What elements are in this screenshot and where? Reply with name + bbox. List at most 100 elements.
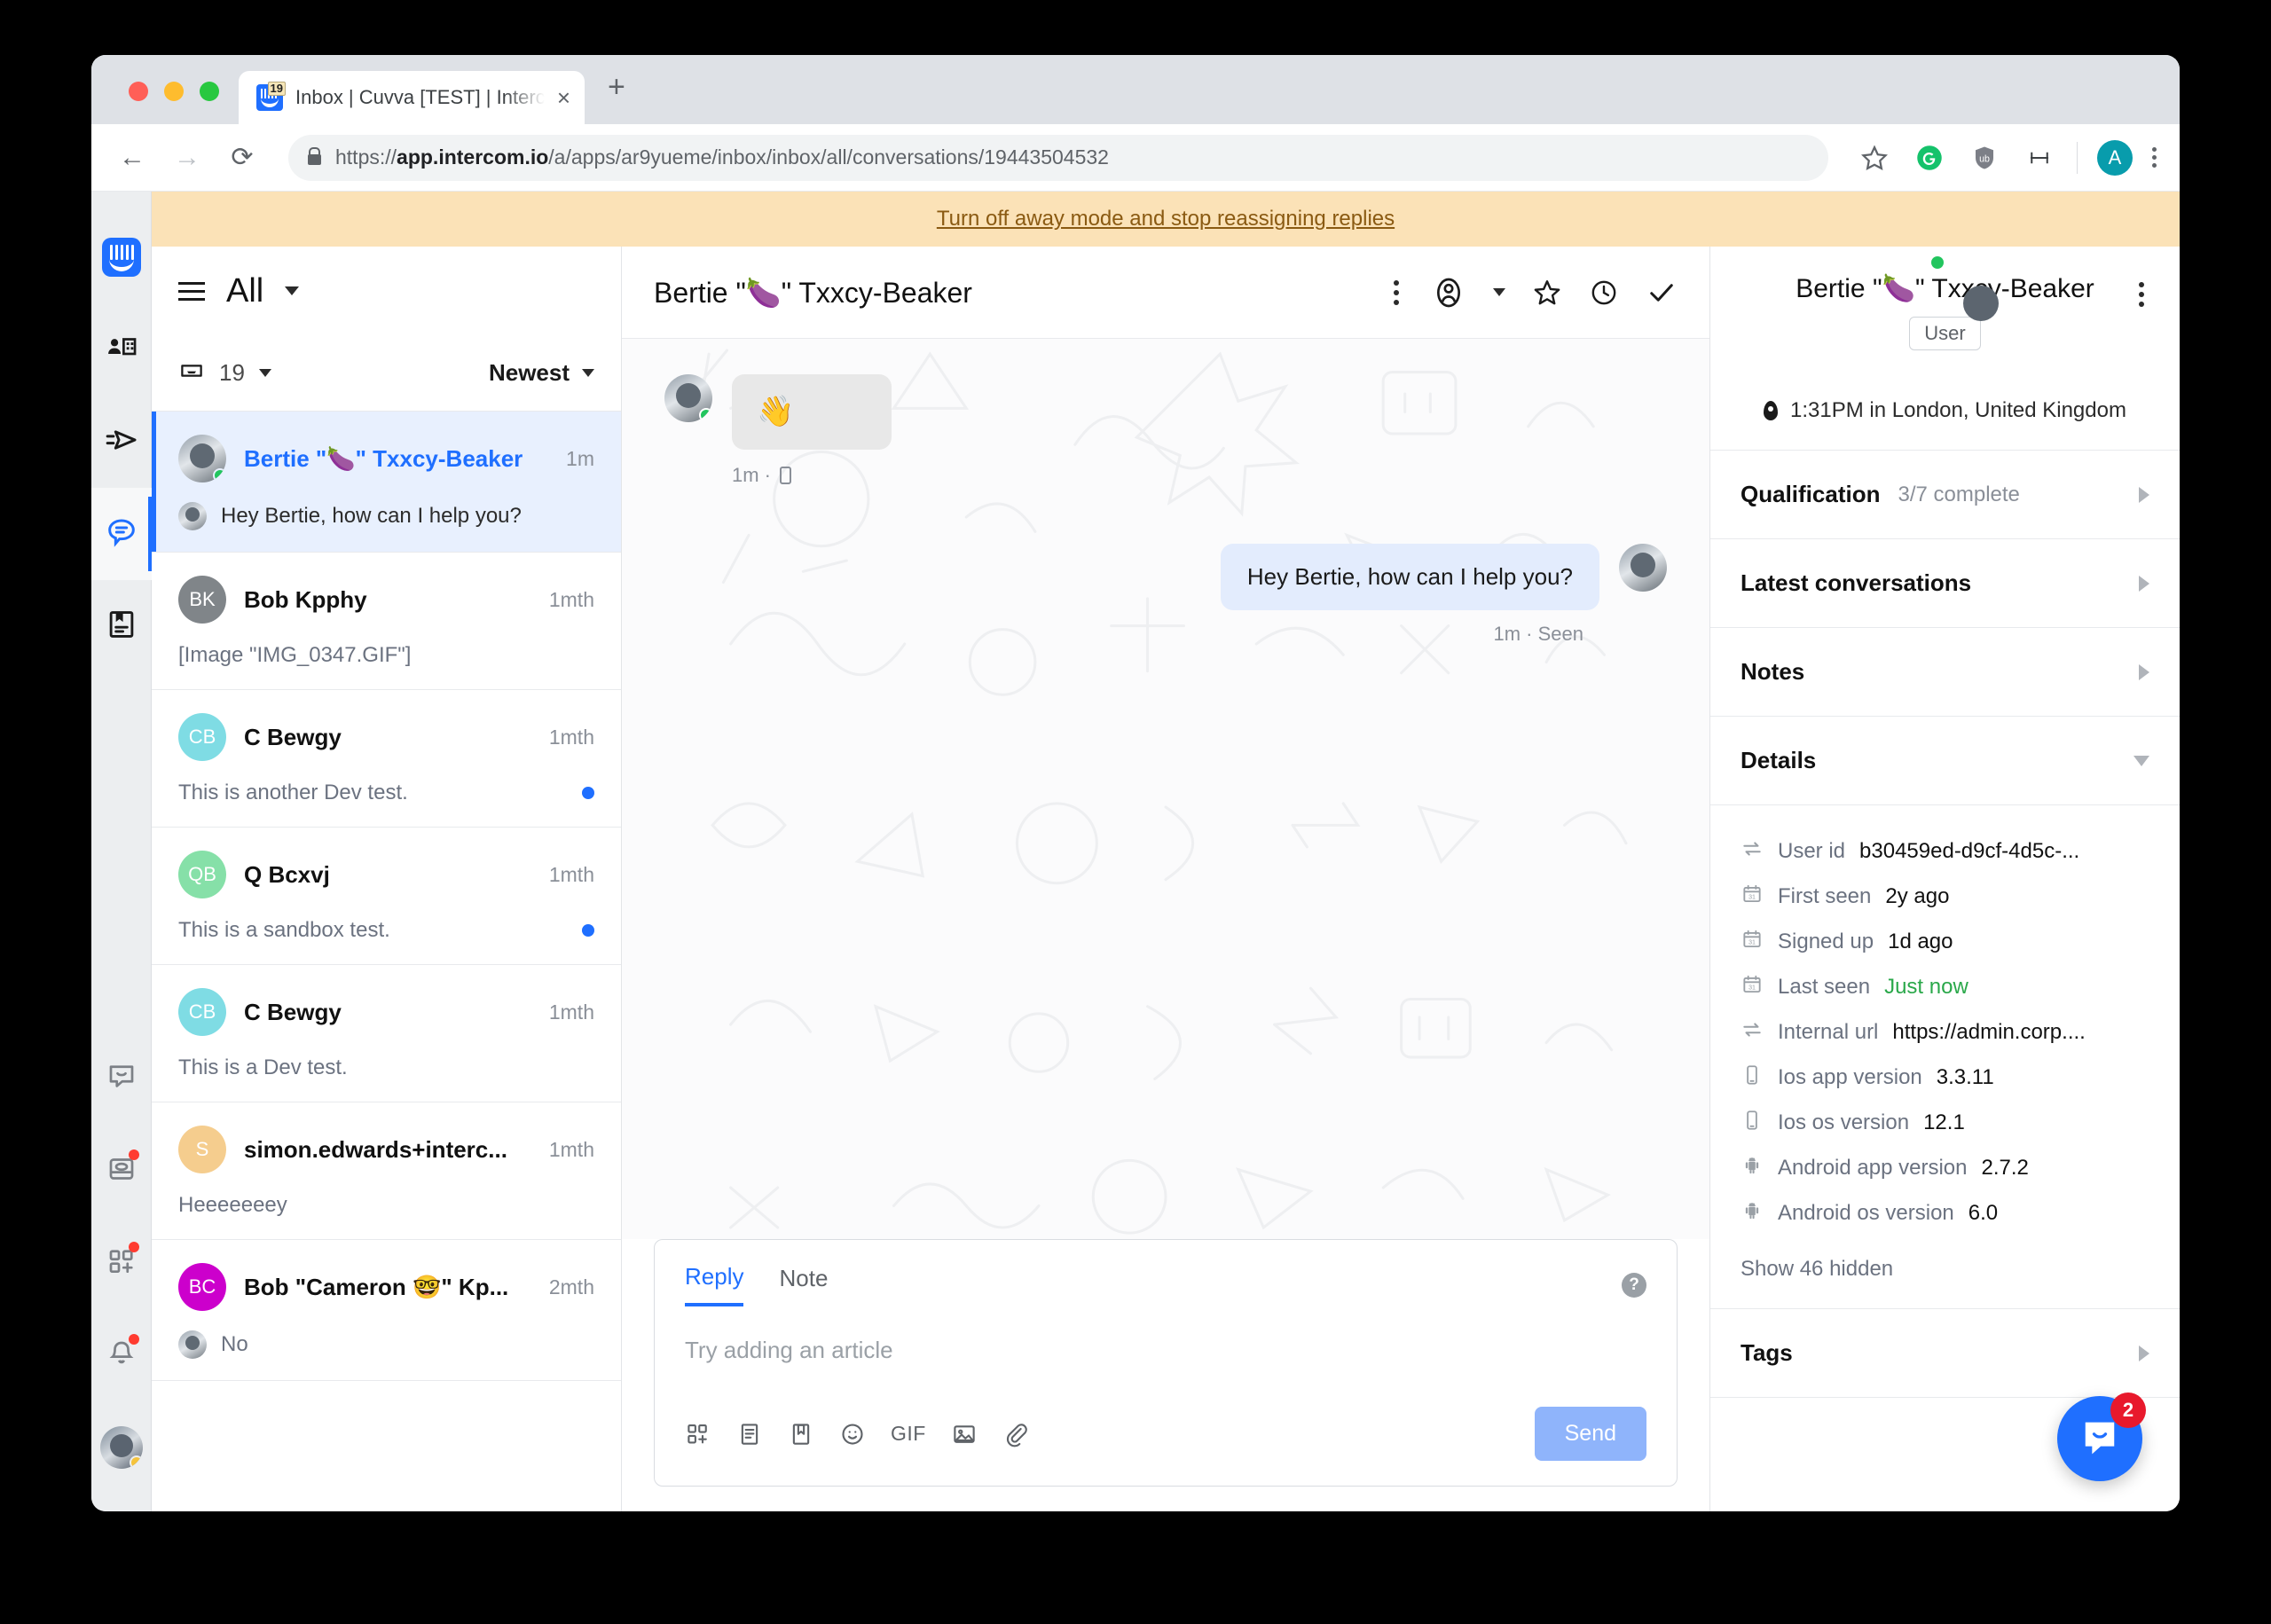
close-window-button[interactable] xyxy=(129,82,148,101)
conversation-item-preview: [Image "IMG_0347.GIF"] xyxy=(178,643,412,667)
conversation-list-item[interactable]: Ssimon.edwards+interc... 1mth Heeeeeeey xyxy=(152,1102,621,1240)
inbox-count-chevron-down-icon[interactable] xyxy=(258,369,271,377)
sidebar-item-outbound[interactable] xyxy=(91,396,152,488)
minimize-window-button[interactable] xyxy=(164,82,184,101)
sort-label: Newest xyxy=(488,359,570,386)
tab-reply[interactable]: Reply xyxy=(685,1263,744,1306)
panel-section-title: Details xyxy=(1741,747,1817,773)
apps-notification-dot xyxy=(128,1242,139,1252)
panel-section-header[interactable]: Notes xyxy=(1710,628,2180,717)
sender-avatar xyxy=(178,1330,207,1359)
avatar: BK xyxy=(178,576,226,624)
status-online-indicator xyxy=(1928,254,1946,271)
user-more-menu-button[interactable] xyxy=(2133,277,2149,312)
away-mode-banner-link[interactable]: Turn off away mode and stop reassigning … xyxy=(937,207,1395,231)
conversation-list-item[interactable]: CB C Bewgy 1mth This is another Dev test. xyxy=(152,690,621,828)
sort-selector[interactable]: Newest xyxy=(489,359,594,387)
conversation-item-name: Bob Kpphy xyxy=(244,585,367,613)
message-timestamp: 1m · xyxy=(732,463,771,486)
ublock-extension-icon[interactable]: ub xyxy=(1967,140,2002,176)
panel-section-header[interactable]: Qualification 3/7 complete xyxy=(1710,451,2180,539)
conversation-list-item[interactable]: BK Bob Kpphy 1mth [Image "IMG_0347.GIF"] xyxy=(152,553,621,690)
sidebar-item-notifications[interactable] xyxy=(91,1309,152,1401)
sidebar-item-articles[interactable] xyxy=(91,580,152,672)
conversation-title: Bertie "🍆" Txxcy-Beaker xyxy=(654,276,972,309)
reload-button[interactable]: ⟳ xyxy=(224,142,260,173)
snooze-clock-button[interactable] xyxy=(1589,278,1619,308)
avatar: BC xyxy=(178,1263,226,1311)
show-hidden-attributes-link[interactable]: Show 46 hidden xyxy=(1741,1236,2149,1308)
hamburger-menu-icon[interactable] xyxy=(178,281,205,301)
svg-text:31: 31 xyxy=(1748,939,1756,945)
conversation-item-timestamp: 1m xyxy=(566,446,594,470)
apps-grid-plus-icon[interactable] xyxy=(685,1421,711,1447)
new-tab-button[interactable]: + xyxy=(585,70,648,124)
assignee-chevron-down-icon[interactable] xyxy=(1493,288,1505,296)
sidebar-item-apps[interactable] xyxy=(91,1217,152,1309)
address-bar[interactable]: https://app.intercom.io/a/apps/ar9yueme/… xyxy=(288,134,1828,181)
status-away-indicator xyxy=(129,1455,143,1469)
current-user-avatar[interactable] xyxy=(91,1401,152,1494)
conversation-item-name: Q Bcxvj xyxy=(244,860,330,888)
grammarly-extension-icon[interactable] xyxy=(1912,140,1947,176)
phone-icon xyxy=(1741,1063,1764,1091)
assignee-button[interactable] xyxy=(1431,275,1466,310)
contacts-icon xyxy=(105,331,138,369)
composer-input-area[interactable]: Try adding an article xyxy=(655,1306,1677,1394)
avatar xyxy=(99,1426,143,1469)
chevron-right-icon xyxy=(2139,575,2149,592)
browser-menu-button[interactable] xyxy=(2152,147,2157,168)
sidebar-item-reports[interactable] xyxy=(91,1125,152,1217)
measure-tool-extension-icon[interactable] xyxy=(2022,140,2057,176)
send-button[interactable]: Send xyxy=(1534,1407,1646,1461)
gif-icon[interactable]: GIF xyxy=(891,1422,926,1446)
notifications-dot xyxy=(128,1334,139,1345)
maximize-window-button[interactable] xyxy=(200,82,219,101)
sidebar-item-contacts[interactable] xyxy=(91,303,152,396)
panel-section-header-tags[interactable]: Tags xyxy=(1710,1308,2180,1398)
conversation-item-preview: Heeeeeeey xyxy=(178,1193,287,1217)
detail-row: Ios os version 12.1 xyxy=(1741,1100,2149,1145)
star-button[interactable] xyxy=(1532,278,1562,308)
bookmark-star-icon[interactable] xyxy=(1857,140,1892,176)
inbox-filter-chevron-down-icon[interactable] xyxy=(285,286,300,295)
sidebar-item-intercom-logo[interactable] xyxy=(91,211,152,303)
browser-profile-avatar[interactable]: A xyxy=(2097,139,2133,176)
calendar-icon: 31 xyxy=(1741,928,1764,955)
sidebar-item-inbox[interactable] xyxy=(91,488,152,580)
messenger-launcher-button[interactable]: 2 xyxy=(2057,1393,2146,1481)
image-icon[interactable] xyxy=(951,1421,978,1447)
emoji-icon[interactable] xyxy=(839,1421,866,1447)
browser-tab[interactable]: 19 Inbox | Cuvva [TEST] | Intercom × xyxy=(239,71,585,124)
conversation-more-menu-button[interactable] xyxy=(1388,275,1404,310)
conversation-list-item[interactable]: QB Q Bcxvj 1mth This is a sandbox test. xyxy=(152,828,621,965)
conversation-list-item[interactable]: BC Bob "Cameron 🤓" Kp... 2mth No xyxy=(152,1240,621,1381)
status-online-indicator xyxy=(213,468,226,482)
conversation-list-item[interactable]: CB C Bewgy 1mth This is a Dev test. xyxy=(152,965,621,1102)
attachment-paperclip-icon[interactable] xyxy=(1002,1421,1029,1447)
messenger-unread-badge: 2 xyxy=(2110,1393,2146,1428)
detail-row: Android os version 6.0 xyxy=(1741,1190,2149,1236)
tab-note[interactable]: Note xyxy=(779,1265,828,1305)
intercom-logo-icon xyxy=(101,238,141,277)
saved-reply-bookmark-icon[interactable] xyxy=(788,1421,814,1447)
intercom-favicon: 19 xyxy=(256,82,286,111)
back-button[interactable]: ← xyxy=(114,143,150,173)
forward-button[interactable]: → xyxy=(169,143,205,173)
close-conversation-check-button[interactable] xyxy=(1646,277,1678,309)
panel-section-header[interactable]: Latest conversations xyxy=(1710,539,2180,628)
inbox-filter-title: All xyxy=(226,271,264,310)
composer-tabs: Reply Note ? xyxy=(655,1240,1677,1306)
detail-value: 3.3.11 xyxy=(1936,1064,1994,1089)
chevron-down-icon xyxy=(2133,755,2149,766)
message-meta: 1m · Seen xyxy=(1493,622,1584,645)
help-icon[interactable]: ? xyxy=(1622,1272,1646,1298)
conversation-list-item[interactable]: Bertie "🍆" Txxcy-Beaker 1m Hey Bertie, how… xyxy=(152,412,621,553)
android-icon xyxy=(1741,1199,1764,1227)
sort-chevron-down-icon xyxy=(582,369,594,377)
close-tab-button[interactable]: × xyxy=(557,86,570,109)
conversation-item-name: C Bewgy xyxy=(244,998,342,1025)
panel-section-header[interactable]: Details xyxy=(1710,717,2180,805)
sidebar-item-messenger[interactable] xyxy=(91,1032,152,1125)
article-icon[interactable] xyxy=(736,1421,763,1447)
